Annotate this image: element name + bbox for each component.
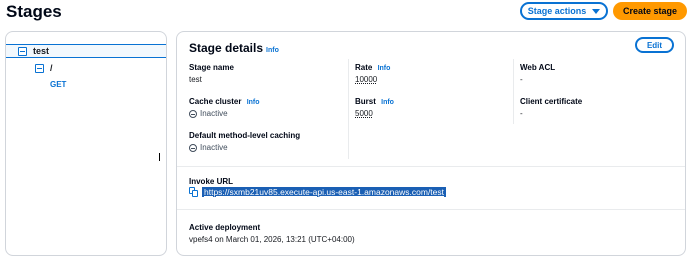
stage-name-field: Stage name test <box>189 63 234 84</box>
stage-name-label: Stage name <box>189 63 234 72</box>
rate-info-link[interactable]: Info <box>378 65 391 72</box>
minus-circle-icon <box>189 143 197 152</box>
web-acl-label: Web ACL <box>520 63 556 72</box>
collapse-square-icon[interactable] <box>35 63 44 73</box>
active-deployment-value: vpefs4 on March 01, 2026, 13:21 (UTC+04:… <box>189 235 355 244</box>
rate-value: 10000 <box>355 75 378 84</box>
client-certificate-value: - <box>520 109 523 118</box>
tree-item-resource[interactable]: / <box>35 61 53 75</box>
rate-label-text: Rate <box>355 63 373 72</box>
cache-cluster-label-text: Cache cluster <box>189 97 242 106</box>
tree-item-stage[interactable]: test <box>6 44 166 58</box>
default-caching-field: Default method-level caching Inactive <box>189 131 300 152</box>
default-caching-label: Default method-level caching <box>189 131 301 140</box>
rate-field: Rate Info 10000 <box>355 63 390 84</box>
tree-method-label: GET <box>50 79 67 89</box>
cache-cluster-status: Inactive <box>189 109 260 118</box>
details-title-text: Stage details <box>189 41 264 55</box>
collapse-square-icon[interactable] <box>18 46 27 56</box>
cache-cluster-field: Cache cluster Info Inactive <box>189 97 260 118</box>
burst-value: 5000 <box>355 109 373 118</box>
cache-cluster-label: Cache cluster Info <box>189 97 260 106</box>
invoke-url-link[interactable]: https://sxmb21uv85.execute-api.us-east-1… <box>202 187 447 197</box>
stages-tree-panel: test / GET <box>5 31 167 256</box>
page-title: Stages <box>6 2 62 21</box>
tree-item-method[interactable]: GET <box>50 77 66 91</box>
details-title: Stage details Info <box>189 41 279 55</box>
invoke-url-row: https://sxmb21uv85.execute-api.us-east-1… <box>189 187 447 197</box>
burst-label: Burst Info <box>355 97 394 106</box>
burst-label-text: Burst <box>355 97 376 106</box>
info-link[interactable]: Info <box>266 47 279 54</box>
tree-resource-label: / <box>50 63 53 73</box>
create-stage-button[interactable]: Create stage <box>613 2 687 20</box>
edit-button[interactable]: Edit <box>635 37 674 53</box>
invoke-url-label: Invoke URL <box>189 177 234 186</box>
client-certificate-label: Client certificate <box>520 97 583 106</box>
section-divider <box>177 209 685 210</box>
active-deployment-label: Active deployment <box>189 223 261 232</box>
caret-down-icon <box>592 8 601 14</box>
stage-details-panel: Stage details Info Edit Stage name test R… <box>176 31 686 256</box>
section-divider <box>177 166 685 167</box>
active-deployment-field: Active deployment vpefs4 on March 01, 20… <box>189 223 355 244</box>
web-acl-value: - <box>520 75 523 84</box>
tree-stage-label: test <box>33 46 50 56</box>
text-cursor <box>159 153 160 161</box>
web-acl-field: Web ACL - <box>520 63 555 84</box>
stage-actions-label: Stage actions <box>527 6 587 16</box>
cache-cluster-info-link[interactable]: Info <box>247 99 260 106</box>
rate-label: Rate Info <box>355 63 390 72</box>
stage-name-value: test <box>189 75 202 84</box>
column-divider <box>513 59 514 124</box>
copy-icon[interactable] <box>189 187 199 197</box>
client-certificate-field: Client certificate - <box>520 97 582 118</box>
default-caching-value: Inactive <box>200 143 228 152</box>
minus-circle-icon <box>189 109 197 118</box>
burst-field: Burst Info 5000 <box>355 97 394 118</box>
column-divider <box>348 59 349 159</box>
burst-info-link[interactable]: Info <box>381 99 394 106</box>
stage-actions-button[interactable]: Stage actions <box>520 2 608 20</box>
cache-cluster-value: Inactive <box>200 109 228 118</box>
default-caching-status: Inactive <box>189 143 300 152</box>
